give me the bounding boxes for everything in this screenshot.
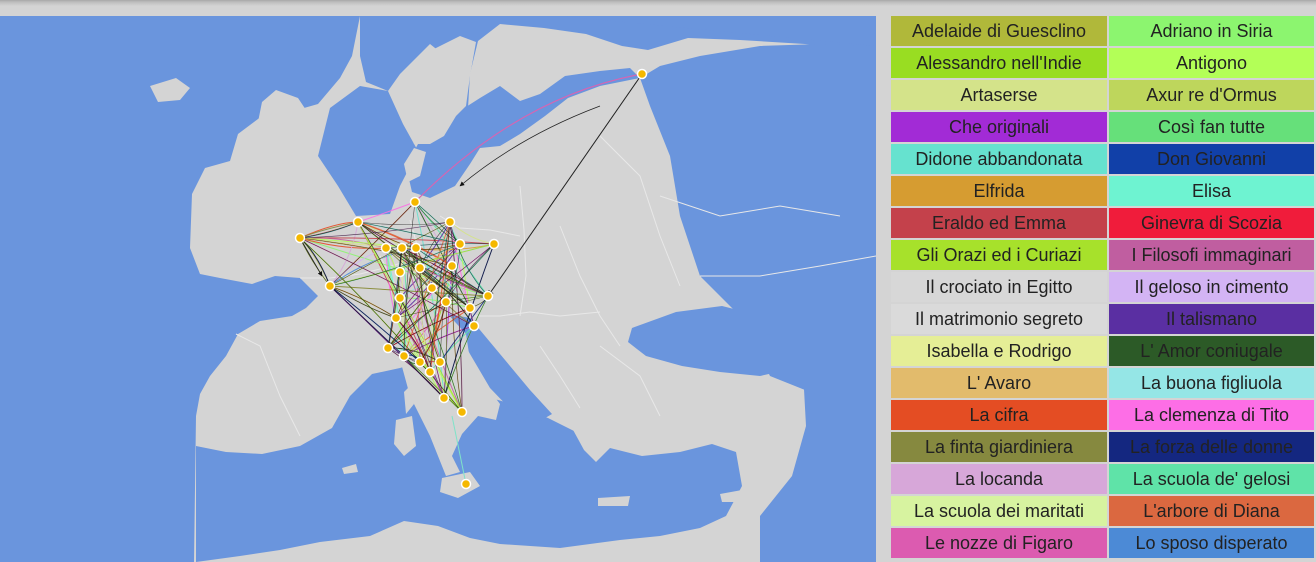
- legend-item[interactable]: Che originali: [891, 112, 1109, 144]
- legend-item[interactable]: L' Amor coniugale: [1109, 336, 1316, 368]
- city-marker[interactable]: [390, 312, 402, 324]
- legend-item[interactable]: Adriano in Siria: [1109, 16, 1316, 48]
- city-marker[interactable]: [410, 242, 422, 254]
- legend-item[interactable]: Alessandro nell'Indie: [891, 48, 1109, 80]
- city-marker[interactable]: [482, 290, 494, 302]
- legend-item[interactable]: Elisa: [1109, 176, 1316, 208]
- legend-item[interactable]: Il crociato in Egitto: [891, 272, 1109, 304]
- legend-item[interactable]: L' Avaro: [891, 368, 1109, 400]
- route-arrow: [299, 221, 359, 240]
- city-marker[interactable]: [434, 356, 446, 368]
- route-line: [299, 221, 359, 239]
- legend-item[interactable]: La buona figliuola: [1109, 368, 1316, 400]
- city-marker[interactable]: [460, 478, 472, 490]
- legend-item[interactable]: I Filosofi immaginari: [1109, 240, 1316, 272]
- city-marker[interactable]: [426, 282, 438, 294]
- legend-item[interactable]: La scuola dei maritati: [891, 496, 1109, 528]
- city-marker[interactable]: [456, 406, 468, 418]
- city-marker[interactable]: [438, 392, 450, 404]
- city-marker[interactable]: [394, 292, 406, 304]
- country-border: [519, 185, 527, 317]
- legend-item[interactable]: La forza delle donne: [1109, 432, 1316, 464]
- legend-item[interactable]: La finta giardiniera: [891, 432, 1109, 464]
- city-marker[interactable]: [424, 366, 436, 378]
- city-marker[interactable]: [636, 68, 648, 80]
- legend-item[interactable]: L'arbore di Diana: [1109, 496, 1316, 528]
- legend-item[interactable]: Il talismano: [1109, 304, 1316, 336]
- city-marker[interactable]: [414, 262, 426, 274]
- country-border: [559, 225, 621, 347]
- legend-item[interactable]: Lo sposo disperato: [1109, 528, 1316, 560]
- route-line: [299, 221, 359, 239]
- route-line: [299, 221, 359, 239]
- legend-item[interactable]: Ginevra di Scozia: [1109, 208, 1316, 240]
- city-marker[interactable]: [324, 280, 336, 292]
- city-marker[interactable]: [294, 232, 306, 244]
- opera-legend: Adelaide di Guesclino Adriano in Siria Ale…: [891, 16, 1316, 562]
- legend-item[interactable]: La cifra: [891, 400, 1109, 432]
- legend-item[interactable]: Le nozze di Figaro: [891, 528, 1109, 560]
- country-border: [539, 345, 581, 409]
- route-arrow: [299, 221, 359, 240]
- legend-item[interactable]: La clemenza di Tito: [1109, 400, 1316, 432]
- city-marker[interactable]: [394, 266, 406, 278]
- city-marker[interactable]: [488, 238, 500, 250]
- city-marker[interactable]: [468, 320, 480, 332]
- legend-item[interactable]: Didone abbandonata: [891, 144, 1109, 176]
- city-marker[interactable]: [414, 356, 426, 368]
- route-line: [299, 221, 359, 239]
- legend-item[interactable]: Gli Orazi ed i Curiazi: [891, 240, 1109, 272]
- map-view[interactable]: [0, 16, 876, 562]
- city-marker[interactable]: [382, 342, 394, 354]
- legend-item[interactable]: Antigono: [1109, 48, 1316, 80]
- europe-map[interactable]: [0, 16, 876, 562]
- city-marker[interactable]: [398, 350, 410, 362]
- city-marker[interactable]: [454, 238, 466, 250]
- city-marker[interactable]: [444, 216, 456, 228]
- legend-item[interactable]: Adelaide di Guesclino: [891, 16, 1109, 48]
- legend-item[interactable]: Isabella e Rodrigo: [891, 336, 1109, 368]
- city-marker[interactable]: [396, 242, 408, 254]
- city-marker[interactable]: [464, 302, 476, 314]
- legend-item[interactable]: Elfrida: [891, 176, 1109, 208]
- ireland: [202, 176, 246, 226]
- route-line: [299, 221, 359, 239]
- legend-item[interactable]: Il matrimonio segreto: [891, 304, 1109, 336]
- country-border: [470, 311, 601, 317]
- city-marker[interactable]: [380, 242, 392, 254]
- city-marker[interactable]: [352, 216, 364, 228]
- window-top-edge: [0, 0, 1316, 16]
- country-border: [235, 333, 301, 437]
- legend-item[interactable]: Artaserse: [891, 80, 1109, 112]
- city-marker[interactable]: [446, 260, 458, 272]
- country-border: [599, 135, 681, 287]
- legend-item[interactable]: Così fan tutte: [1109, 112, 1316, 144]
- legend-item[interactable]: Axur re d'Ormus: [1109, 80, 1316, 112]
- legend-item[interactable]: La locanda: [891, 464, 1109, 496]
- legend-item[interactable]: Eraldo ed Emma: [891, 208, 1109, 240]
- legend-item[interactable]: Il geloso in cimento: [1109, 272, 1316, 304]
- legend-item[interactable]: Don Giovanni: [1109, 144, 1316, 176]
- city-marker[interactable]: [440, 296, 452, 308]
- city-marker[interactable]: [409, 196, 421, 208]
- legend-item[interactable]: La scuola de' gelosi: [1109, 464, 1316, 496]
